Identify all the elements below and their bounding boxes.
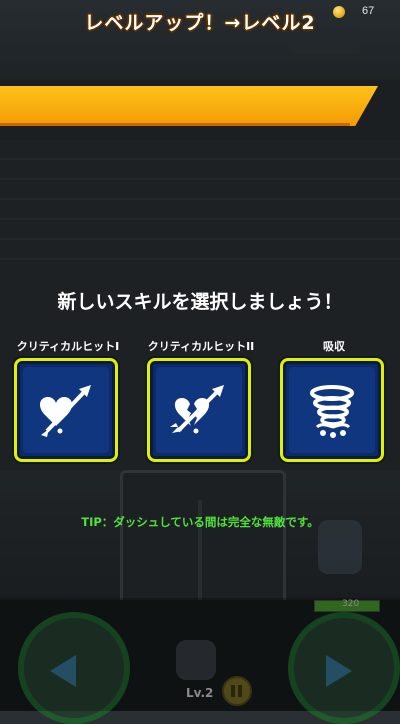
skill-select-prompt: 新しいスキルを選択しましょう！ (57, 291, 343, 313)
tip-text: TIP：ダッシュしている間は完全な無敵です。 (81, 515, 319, 529)
banner-edge (0, 123, 350, 126)
skill-card-critical-hit-1[interactable] (14, 358, 118, 462)
skill-label-critical-hit-2: クリティカルヒットII (147, 340, 255, 353)
skill-card-critical-hit-2[interactable] (147, 358, 251, 462)
skill-label-critical-hit-1: クリティカルヒットI (16, 340, 120, 353)
level-up-banner (0, 86, 378, 126)
skill-card-absorb[interactable] (280, 358, 384, 462)
heart-arrow-icon (39, 385, 91, 437)
whirlwind-absorb-icon (310, 385, 354, 438)
hud-dim-overlay (0, 598, 400, 711)
broken-heart-arrow-icon (170, 385, 224, 434)
skill-label-absorb: 吸収 (323, 340, 345, 353)
level-up-text: レベルアップ！→レベル2 (84, 12, 316, 34)
banner-background (0, 86, 378, 126)
